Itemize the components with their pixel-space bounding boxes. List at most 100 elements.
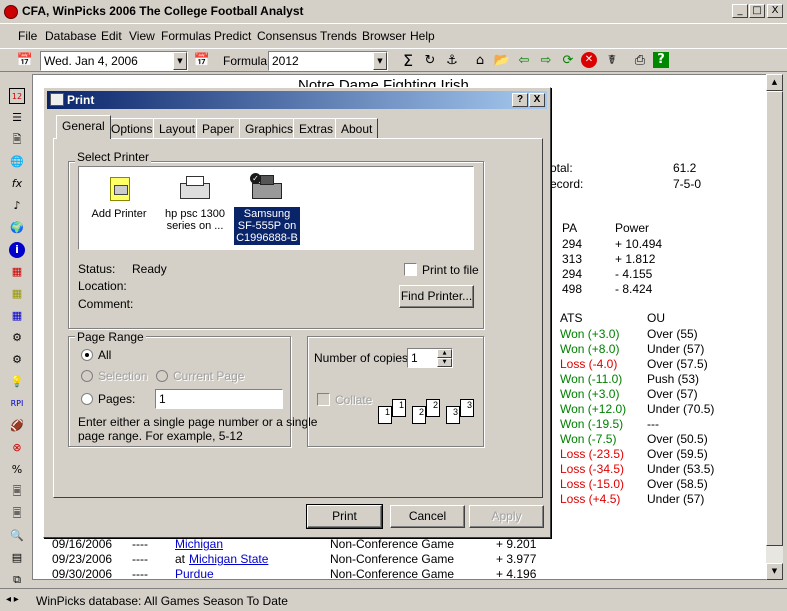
printer-list[interactable]: Add Printer hp psc 1300 series on ... ✓ S…	[78, 166, 474, 250]
arrow-right-icon[interactable]: ⇨	[537, 52, 555, 70]
globe-network-icon[interactable]: 🌍	[9, 220, 25, 236]
sigma-icon[interactable]: Σ	[399, 52, 417, 70]
help-icon[interactable]: ?	[653, 52, 669, 68]
menu-predict[interactable]: Predict	[214, 29, 251, 43]
document-icon[interactable]: 🗎	[9, 132, 25, 148]
football-icon[interactable]: 🏈	[9, 418, 25, 434]
schedule-date: 09/16/2006	[52, 537, 113, 551]
minimize-button[interactable]: _	[732, 4, 748, 18]
date-combo[interactable]: Wed. Jan 4, 2006 ▼	[40, 51, 188, 71]
print-to-file-checkbox[interactable]	[404, 263, 417, 276]
reload-page-icon[interactable]: ⟳	[559, 52, 577, 70]
function-icon[interactable]: fx	[9, 176, 25, 192]
collate-page: 2	[426, 399, 440, 417]
tab-options[interactable]: Options	[105, 118, 159, 138]
tab-graphics[interactable]: Graphics	[239, 118, 300, 138]
pages-radio[interactable]	[81, 393, 93, 405]
add-printer-item[interactable]: Add Printer	[83, 173, 155, 221]
all-label: All	[98, 348, 112, 362]
selection-radio[interactable]	[81, 370, 93, 382]
tab-general[interactable]: General	[56, 115, 111, 139]
page-lines-icon[interactable]: 🗏	[9, 506, 25, 522]
menu-trends[interactable]: Trends	[320, 29, 357, 43]
printer-item-samsung[interactable]: ✓ Samsung SF-555P on C1996888-B	[231, 173, 303, 245]
schedule-dash: ----	[132, 552, 148, 566]
cancel-button[interactable]: Cancel	[390, 505, 465, 528]
ratings-icon[interactable]: 12	[9, 88, 25, 104]
lightbulb-icon[interactable]: 💡	[9, 374, 25, 390]
find-printer-button[interactable]: Find Printer...	[399, 285, 474, 308]
pa-value: 294	[562, 267, 583, 281]
schedule-team-link[interactable]: Purdue	[175, 567, 214, 579]
info-icon[interactable]: i	[9, 242, 25, 258]
anchor-icon[interactable]: ⚓	[443, 52, 461, 70]
status-arrows-icon[interactable]: ◂ ▸	[6, 594, 19, 605]
home-icon[interactable]: ⌂	[471, 52, 489, 70]
vertical-scrollbar[interactable]: ▲ ▼	[766, 74, 783, 580]
magnifier-icon[interactable]: 🔍	[9, 528, 25, 544]
no-entry-icon[interactable]: ⊗	[9, 440, 25, 456]
grid-red-icon[interactable]: ▦	[9, 264, 25, 280]
page-yellow-icon[interactable]: 🗏	[9, 484, 25, 500]
schedule-team-link[interactable]: Michigan State	[189, 552, 268, 566]
current-page-radio[interactable]	[156, 370, 168, 382]
percent-icon[interactable]: %	[9, 462, 25, 478]
calculator-icon[interactable]: ▤	[9, 550, 25, 566]
rpi-icon[interactable]: RPI	[9, 396, 25, 412]
list-icon[interactable]: ☰	[9, 110, 25, 126]
printer-icon[interactable]: ⎙	[631, 52, 649, 70]
summary-value-1: 61.2	[673, 161, 697, 175]
folder-open-icon[interactable]: 📂	[493, 52, 511, 70]
scroll-thumb[interactable]	[766, 91, 783, 546]
schedule-team-link[interactable]: Michigan	[175, 537, 223, 551]
ou-result: Over (59.5)	[647, 447, 708, 461]
menu-help[interactable]: Help	[410, 29, 435, 43]
ou-result: Push (53)	[647, 372, 700, 386]
ou-result: Over (55)	[647, 327, 698, 341]
printer-label: Samsung	[243, 208, 291, 220]
tab-extras[interactable]: Extras	[293, 118, 340, 138]
apply-button[interactable]: Apply	[469, 505, 544, 528]
printer-item-hp[interactable]: hp psc 1300 series on ...	[159, 173, 231, 233]
menu-file[interactable]: File	[18, 29, 37, 43]
menu-browser[interactable]: Browser	[362, 29, 406, 43]
dialog-help-button[interactable]: ?	[512, 93, 528, 107]
tab-about[interactable]: About	[335, 118, 379, 138]
settings-list-2-icon[interactable]: ⚙	[9, 352, 25, 368]
all-radio[interactable]	[81, 349, 93, 361]
spin-down-icon[interactable]: ▼	[437, 358, 452, 367]
print-button[interactable]: Print	[306, 504, 383, 529]
scroll-up-icon[interactable]: ▲	[766, 74, 783, 91]
maximize-button[interactable]: □	[749, 4, 765, 18]
scroll-down-icon[interactable]: ▼	[766, 563, 783, 580]
menu-consensus[interactable]: Consensus	[257, 29, 317, 43]
stop-icon[interactable]: ✕	[581, 52, 597, 68]
settings-list-icon[interactable]: ⚙	[9, 330, 25, 346]
chevron-down-icon[interactable]: ▼	[173, 52, 187, 70]
tab-paper[interactable]: Paper	[196, 118, 241, 138]
formula-combo[interactable]: 2012 ▼	[268, 51, 388, 71]
dialog-close-button[interactable]: X	[529, 93, 545, 107]
menu-database[interactable]: Database	[45, 29, 96, 43]
calendar-go-icon[interactable]: 📅	[193, 52, 211, 70]
arrow-left-icon[interactable]: ⇦	[515, 52, 533, 70]
grid-blue-icon[interactable]: ▦	[9, 308, 25, 324]
app-icon	[4, 5, 18, 19]
copy-icon[interactable]: ⧉	[9, 572, 25, 588]
calendar-icon[interactable]: 📅	[16, 52, 34, 70]
chevron-down-icon[interactable]: ▼	[373, 52, 387, 70]
menu-view[interactable]: View	[129, 29, 155, 43]
music-note-icon[interactable]: ♪	[9, 198, 25, 214]
collate-page: 1	[378, 406, 392, 424]
close-button[interactable]: X	[767, 4, 783, 18]
grid-yellow-icon[interactable]: ▦	[9, 286, 25, 302]
refresh-icon[interactable]: ↻	[421, 52, 439, 70]
collate-checkbox[interactable]	[317, 393, 330, 406]
tab-layout[interactable]: Layout	[153, 118, 202, 138]
menu-edit[interactable]: Edit	[101, 29, 122, 43]
pages-input[interactable]: 1	[155, 389, 283, 409]
spin-up-icon[interactable]: ▲	[437, 349, 452, 358]
runner-icon[interactable]: ☤	[603, 52, 621, 70]
menu-formulas[interactable]: Formulas	[161, 29, 211, 43]
globe-icon[interactable]: 🌐	[9, 154, 25, 170]
